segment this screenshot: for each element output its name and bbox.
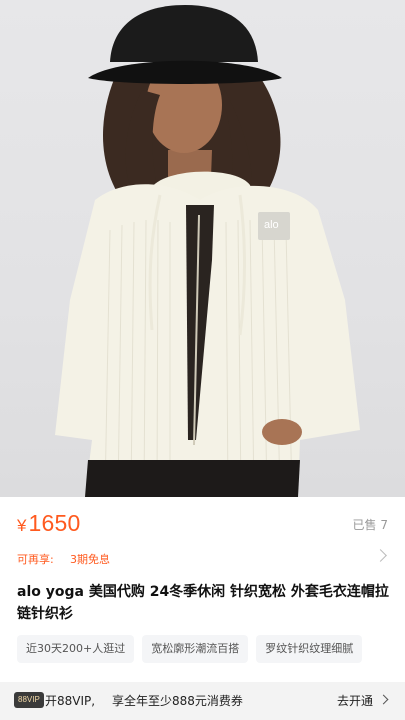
vip-open-button[interactable]: 去开通 [337,692,373,709]
price-row: ¥ 1650 已售 7 [0,497,405,547]
feature-tag[interactable]: 近30天200+人逛过 [17,635,135,663]
product-photo-illustration [55,5,360,497]
feature-tag[interactable]: 宽松廓形潮流百搭 [142,635,249,663]
product-title: alo yoga 美国代购 24冬季休闲 针织宽松 外套毛衣连帽拉链针织衫 [17,584,389,622]
installment-promo[interactable]: 可再享: 3期免息 [0,547,405,571]
vip-promo-bar[interactable]: 88VIP 开88VIP, 享全年至少888元消费券 去开通 [0,682,405,720]
vip-badge: 88VIP [14,692,44,708]
chevron-right-icon [374,549,387,562]
price-currency: ¥ [17,516,27,535]
feature-tag[interactable]: 罗纹针织纹理细腻 [256,635,363,663]
promo-label: 可再享: [17,553,54,566]
sold-count: 已售 7 [352,518,388,532]
promo-value: 3期免息 [70,553,110,566]
vip-description: 享全年至少888元消费券 [112,694,243,708]
price-amount: 1650 [28,510,81,536]
product-image[interactable]: alo [0,0,405,497]
vip-open-text: 开88VIP, [45,694,96,708]
brand-logo-patch: alo [264,219,279,231]
feature-tags: 近30天200+人逛过 宽松廓形潮流百搭 罗纹针织纹理细腻 [17,635,405,663]
chevron-right-icon [378,694,389,705]
price: ¥ 1650 [17,510,80,537]
